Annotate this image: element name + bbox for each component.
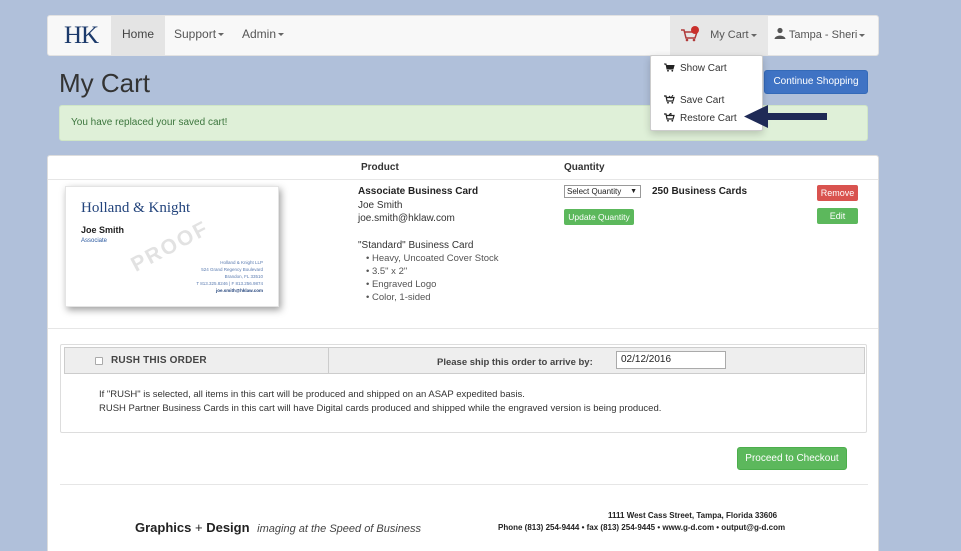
- menu-item-restore-cart[interactable]: Restore Cart: [664, 113, 737, 124]
- user-dropdown[interactable]: Tampa - Sheri: [764, 16, 875, 55]
- proof-phone: T 813.325.8246 | F 813.256.9874: [196, 281, 263, 286]
- rush-checkbox[interactable]: [95, 357, 103, 365]
- pointer-arrow-icon: [744, 105, 827, 128]
- product-feature: • 3.5" x 2": [366, 266, 408, 277]
- feature-text: 3.5" x 2": [371, 266, 408, 277]
- remove-button[interactable]: Remove: [817, 185, 858, 201]
- cart-panel: Product Quantity Holland & Knight Joe Sm…: [47, 155, 879, 551]
- cart-icon: [664, 63, 675, 72]
- proceed-to-checkout-button[interactable]: Proceed to Checkout: [737, 447, 847, 470]
- feature-text: Heavy, Uncoated Cover Stock: [371, 253, 499, 264]
- ship-by-label: Please ship this order to arrive by:: [437, 357, 593, 368]
- proof-address: Holland & Knight LLP 524 Grand Regency B…: [196, 259, 263, 294]
- user-label: Tampa - Sheri: [788, 29, 858, 41]
- rush-order-header: RUSH THIS ORDER Please ship this order t…: [64, 347, 865, 374]
- proof-name: Joe Smith: [81, 225, 125, 235]
- footer-divider: [60, 484, 868, 485]
- menu-item-label: Show Cart: [680, 63, 727, 74]
- proof-address-line: Brandon, FL 33510: [224, 274, 263, 279]
- nav-admin-label: Admin: [242, 27, 277, 41]
- top-navbar: HK Home Support Admin My Cart Tampa - Sh…: [47, 15, 879, 56]
- shopping-cart-icon: [680, 26, 702, 42]
- product-email: joe.smith@hklaw.com: [358, 213, 455, 224]
- current-quantity: 250 Business Cards: [652, 186, 748, 197]
- chevron-down-icon: [750, 33, 757, 37]
- chevron-down-icon: [278, 33, 285, 37]
- cart-restore-icon: [664, 113, 675, 122]
- proof-email: joe.smith@hklaw.com: [216, 288, 263, 293]
- rush-label: RUSH THIS ORDER: [111, 355, 207, 366]
- my-cart-label: My Cart: [710, 29, 749, 41]
- menu-item-save-cart[interactable]: Save Cart: [664, 95, 724, 106]
- proof-firm-logo: Holland & Knight: [81, 200, 191, 216]
- footer-address: 1111 West Cass Street, Tampa, Florida 33…: [608, 511, 778, 520]
- chevron-down-icon: [218, 33, 225, 37]
- footer-plus: +: [194, 520, 203, 535]
- column-header-product: Product: [361, 162, 399, 173]
- product-feature: • Heavy, Uncoated Cover Stock: [366, 253, 499, 264]
- footer-tagline: imaging at the Speed of Business: [257, 523, 422, 535]
- footer-company-b: Design: [206, 520, 250, 535]
- product-style: "Standard" Business Card: [358, 240, 474, 251]
- continue-shopping-button[interactable]: Continue Shopping: [764, 70, 868, 94]
- feature-text: Color, 1-sided: [371, 292, 431, 303]
- nav-support-label: Support: [174, 27, 217, 41]
- menu-item-label: Restore Cart: [680, 113, 737, 124]
- quantity-select[interactable]: Select Quantity ▼: [564, 185, 641, 198]
- nav-admin-dropdown[interactable]: Admin: [231, 16, 295, 55]
- product-name: Associate Business Card: [358, 186, 479, 197]
- proof-address-line: Holland & Knight LLP: [220, 260, 263, 265]
- cart-save-icon: [664, 95, 675, 104]
- header-divider: [48, 179, 878, 180]
- column-header-quantity: Quantity: [564, 162, 605, 173]
- edit-button[interactable]: Edit: [817, 208, 858, 224]
- rush-divider: [328, 348, 329, 373]
- update-quantity-button[interactable]: Update Quantity: [564, 209, 634, 225]
- menu-item-show-cart[interactable]: Show Cart: [664, 63, 727, 74]
- item-divider: [48, 328, 878, 329]
- proof-title: Associate: [81, 238, 108, 244]
- product-person: Joe Smith: [358, 200, 403, 211]
- product-feature: • Engraved Logo: [366, 279, 437, 290]
- rush-note: RUSH Partner Business Cards in this cart…: [99, 403, 662, 414]
- footer-contact: Phone (813) 254-9444 • fax (813) 254-944…: [498, 523, 786, 532]
- nav-support-dropdown[interactable]: Support: [163, 16, 235, 55]
- footer-company-a: Graphics: [135, 520, 192, 535]
- menu-item-label: Save Cart: [680, 95, 725, 106]
- nav-home[interactable]: Home: [111, 16, 166, 55]
- arrive-by-date-input[interactable]: 02/12/2016: [616, 351, 726, 369]
- user-icon: [774, 27, 786, 39]
- rush-note: If "RUSH" is selected, all items in this…: [99, 389, 525, 400]
- product-feature: • Color, 1-sided: [366, 292, 431, 303]
- nav-home-label: Home: [122, 27, 155, 41]
- select-arrow-icon: ▼: [630, 188, 637, 195]
- proof-address-line: 524 Grand Regency Boulevard: [201, 267, 263, 272]
- business-card-proof-image[interactable]: Holland & Knight Joe Smith Associate PRO…: [65, 186, 279, 307]
- quantity-select-value: Select Quantity: [567, 187, 622, 196]
- feature-text: Engraved Logo: [371, 279, 437, 290]
- rush-order-section: RUSH THIS ORDER Please ship this order t…: [60, 344, 867, 433]
- page-title: My Cart: [59, 68, 150, 98]
- footer-company-logo: Graphics + Design imaging at the Speed o…: [135, 520, 421, 535]
- my-cart-dropdown[interactable]: My Cart: [670, 16, 768, 55]
- chevron-down-icon: [859, 33, 866, 37]
- brand-logo[interactable]: HK: [64, 22, 99, 50]
